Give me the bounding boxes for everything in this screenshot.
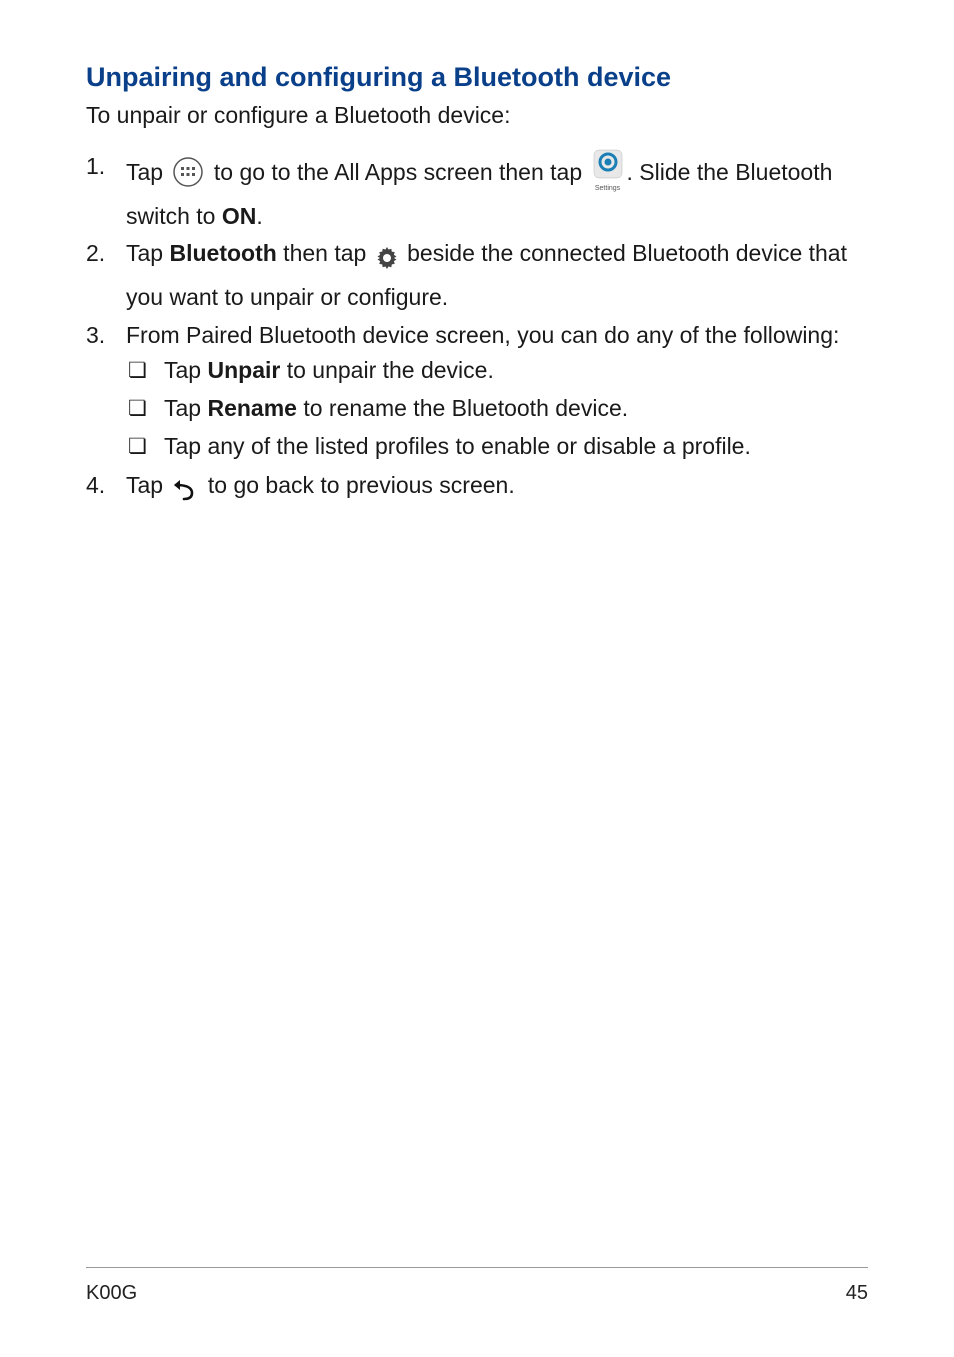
text: Tap	[164, 395, 207, 421]
document-page: Unpairing and configuring a Bluetooth de…	[0, 0, 954, 1357]
page-number: 45	[846, 1282, 868, 1305]
text: to rename the Bluetooth device.	[297, 395, 628, 421]
step-number: 4.	[86, 468, 126, 512]
gear-icon	[376, 244, 398, 280]
step-2: 2. Tap Bluetooth then tap beside the con…	[86, 236, 868, 315]
text: .	[256, 203, 262, 229]
checkbox-bullet-icon: ❏	[128, 391, 164, 427]
settings-caption: Settings	[593, 185, 623, 192]
bluetooth-label: Bluetooth	[169, 240, 276, 266]
step-1: 1. Tap to go to the All Apps screen then…	[86, 149, 868, 234]
intro-text: To unpair or configure a Bluetooth devic…	[86, 99, 868, 131]
text: From Paired Bluetooth device screen, you…	[126, 322, 839, 348]
step-number: 1.	[86, 149, 126, 234]
text: to unpair the device.	[280, 357, 494, 383]
step-body: Tap Bluetooth then tap beside the connec…	[126, 236, 868, 315]
sub-bullets: ❏ Tap Unpair to unpair the device. ❏ Tap…	[128, 353, 868, 464]
back-icon	[172, 476, 198, 512]
step-body: Tap to go to the All Apps screen then ta…	[126, 149, 868, 234]
text: Tap	[126, 472, 169, 498]
text: then tap	[277, 240, 373, 266]
text: Tap	[126, 159, 169, 185]
steps-list: 1. Tap to go to the All Apps screen then…	[86, 149, 868, 512]
step-body: Tap to go back to previous screen.	[126, 468, 868, 512]
model-label: K00G	[86, 1282, 137, 1305]
step-number: 2.	[86, 236, 126, 315]
step-4: 4. Tap to go back to previous screen.	[86, 468, 868, 512]
step-number: 3.	[86, 318, 126, 467]
checkbox-bullet-icon: ❏	[128, 429, 164, 465]
bullet-item: ❏ Tap any of the listed profiles to enab…	[128, 429, 868, 465]
step-body: From Paired Bluetooth device screen, you…	[126, 318, 868, 467]
all-apps-icon	[172, 156, 204, 199]
text: to go to the All Apps screen then tap	[207, 159, 588, 185]
section-heading: Unpairing and configuring a Bluetooth de…	[86, 62, 868, 93]
page-footer: K00G 45	[86, 1267, 868, 1305]
on-label: ON	[222, 203, 257, 229]
bullet-text: Tap Rename to rename the Bluetooth devic…	[164, 391, 868, 427]
text: Tap	[164, 357, 207, 383]
rename-label: Rename	[207, 395, 296, 421]
text: to go back to previous screen.	[201, 472, 514, 498]
settings-app-icon: Settings	[593, 149, 623, 192]
checkbox-bullet-icon: ❏	[128, 353, 164, 389]
unpair-label: Unpair	[207, 357, 280, 383]
bullet-text: Tap any of the listed profiles to enable…	[164, 429, 868, 465]
bullet-item: ❏ Tap Rename to rename the Bluetooth dev…	[128, 391, 868, 427]
text: Tap	[126, 240, 169, 266]
bullet-item: ❏ Tap Unpair to unpair the device.	[128, 353, 868, 389]
bullet-text: Tap Unpair to unpair the device.	[164, 353, 868, 389]
step-3: 3. From Paired Bluetooth device screen, …	[86, 318, 868, 467]
